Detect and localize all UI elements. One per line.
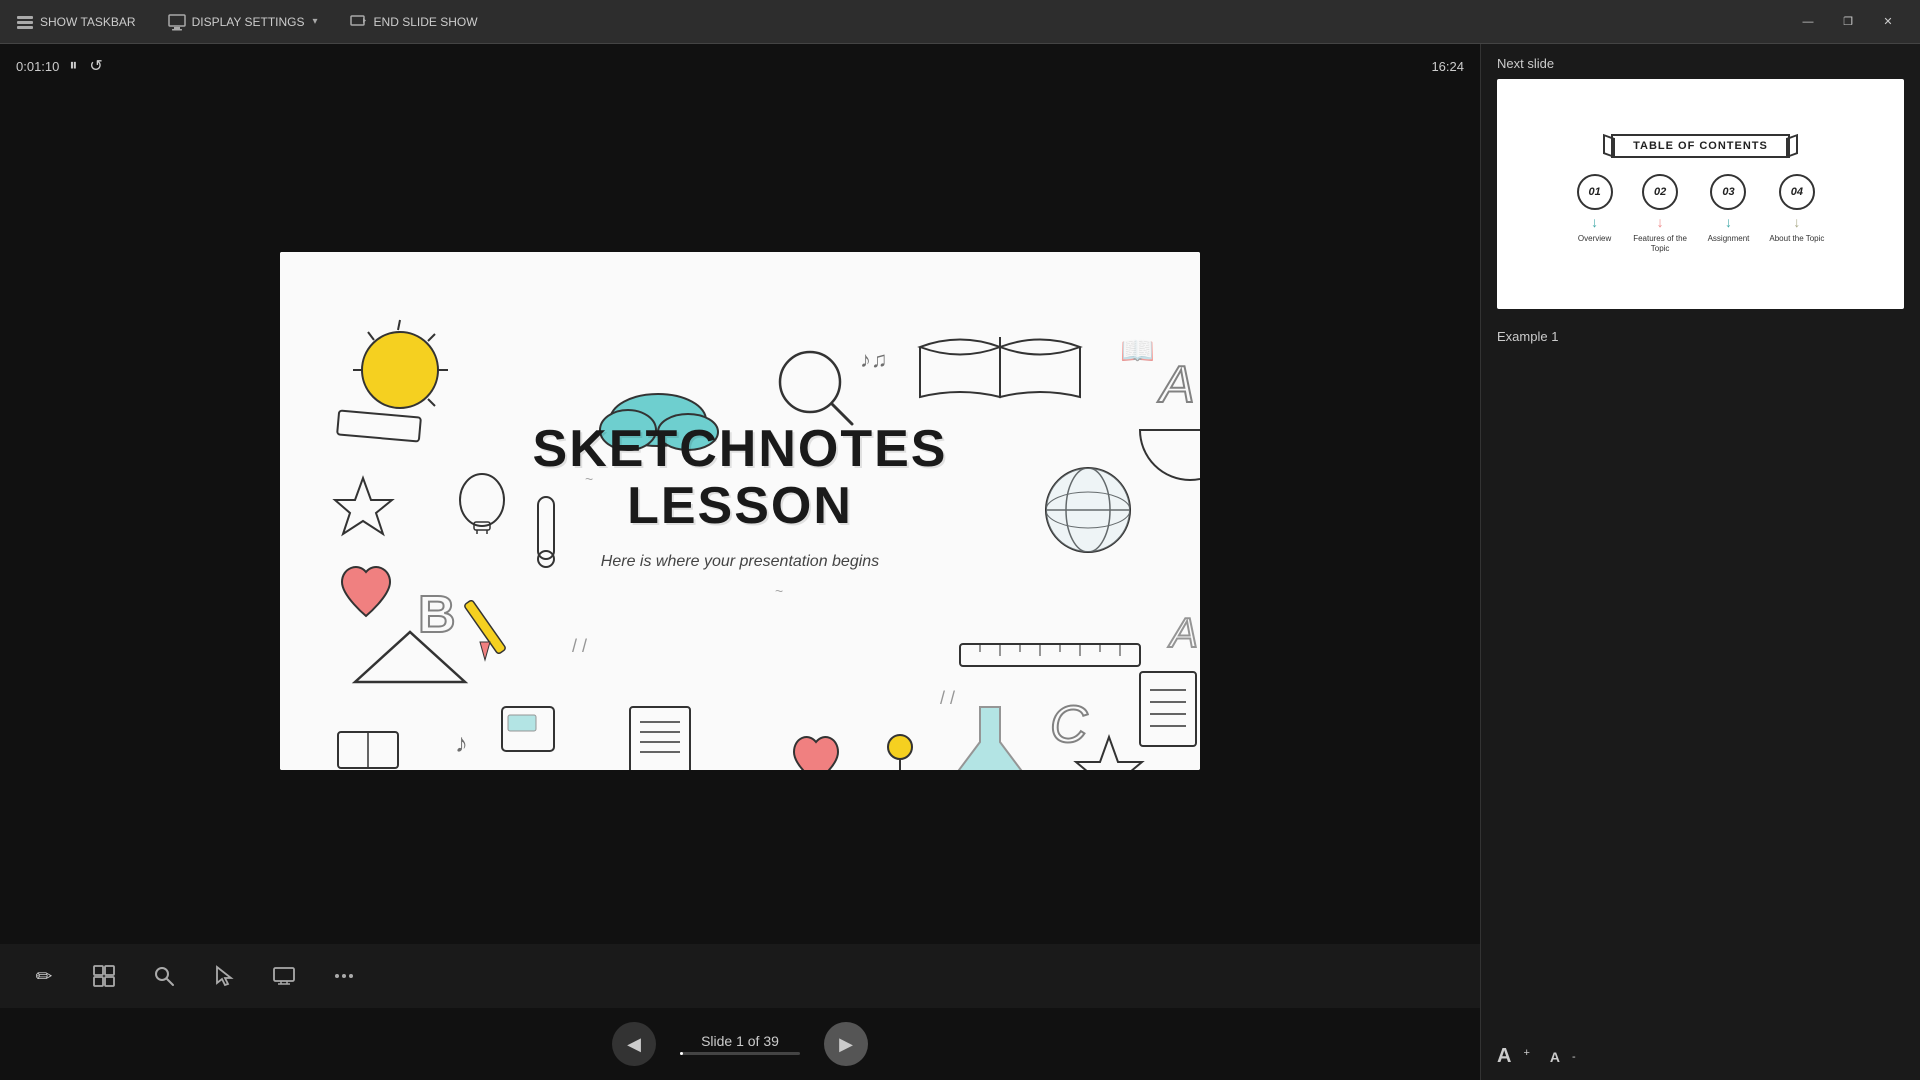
show-taskbar-button[interactable]: SHOW TASKBAR [16,13,136,31]
svg-text:/ /: / / [940,688,955,708]
next-slide-label: Next slide [1497,56,1904,71]
slide-progress-bar [680,1052,800,1055]
svg-text:A: A [1157,356,1195,414]
prev-icon: ◀ [627,1034,641,1055]
more-options-button[interactable] [324,956,364,996]
next-slide-thumbnail[interactable]: TABLE OF CONTENTS 01 ↓ Overview 02 ↓ [1497,79,1904,309]
slide-area: 0:01:10 ⏸ ↺ 16:24 [0,44,1480,1080]
main-layout: 0:01:10 ⏸ ↺ 16:24 [0,44,1920,1080]
slide-progress-fill [680,1052,683,1055]
restart-button[interactable]: ↺ [87,54,104,78]
navigation-bar: ◀ Slide 1 of 39 ▶ [0,1008,1480,1080]
slide-counter: Slide 1 of 39 [680,1033,800,1049]
restore-button[interactable]: ❐ [1832,8,1864,36]
example-section: Example 1 [1481,317,1920,356]
display-settings-button[interactable]: DISPLAY SETTINGS ▾ [168,13,318,31]
toc-item-3: 03 ↓ Assignment [1708,174,1750,244]
next-slide-button[interactable]: ▶ [824,1022,868,1066]
window-controls: — ❐ ✕ [1792,8,1904,36]
dropdown-arrow: ▾ [313,16,318,27]
font-decrease-indicator: - [1572,1051,1576,1063]
pointer-tool-button[interactable] [204,956,244,996]
svg-text:C: C [1050,696,1088,754]
grid-tool-button[interactable] [84,956,124,996]
display-settings-label: DISPLAY SETTINGS [192,15,305,29]
example-label: Example 1 [1497,329,1904,344]
monitor-tool-button[interactable] [264,956,304,996]
slide-subtitle: Here is where your presentation begins [533,553,948,571]
end-slideshow-icon [350,13,368,31]
font-decrease-button[interactable]: A [1550,1049,1560,1065]
toc-circle-3: 03 [1710,174,1746,210]
toc-item-1: 01 ↓ Overview [1577,174,1613,244]
right-panel: Next slide TABLE OF CONTENTS 01 ↓ Overvi… [1480,44,1920,1080]
end-slideshow-label: END SLIDE SHOW [374,15,478,29]
slide-content: ♪♫ [280,252,1200,770]
slide-center-content: SKETCHNOTES LESSON Here is where your pr… [533,421,948,571]
font-increase-indicator: + [1523,1047,1529,1059]
font-increase-button[interactable]: A [1497,1045,1511,1068]
toc-item-2: 02 ↓ Features of the Topic [1633,174,1688,253]
toc-item-4: 04 ↓ About the Topic [1769,174,1824,244]
taskbar-icon [16,13,34,31]
toc-items: 01 ↓ Overview 02 ↓ Features of the Topic [1577,174,1825,253]
toc-banner-text: TABLE OF CONTENTS [1633,140,1768,152]
elapsed-time: 0:01:10 [16,59,59,74]
svg-text:♪♫: ♪♫ [860,347,888,372]
toc-label-3: Assignment [1708,234,1750,244]
close-button[interactable]: ✕ [1872,8,1904,36]
prev-slide-button[interactable]: ◀ [612,1022,656,1066]
toc-circle-2: 02 [1642,174,1678,210]
toc-arrow-3: ↓ [1725,214,1732,230]
toc-arrow-2: ↓ [1657,214,1664,230]
toc-slide-preview: TABLE OF CONTENTS 01 ↓ Overview 02 ↓ [1513,95,1888,293]
next-slide-section: Next slide TABLE OF CONTENTS 01 ↓ Overvi… [1481,44,1920,317]
slide-toolbar: 0:01:10 ⏸ ↺ 16:24 [0,44,1480,88]
svg-text:📖: 📖 [1120,335,1155,366]
slide-frame: ♪♫ [280,252,1200,770]
svg-text:~: ~ [775,583,783,599]
end-slideshow-button[interactable]: END SLIDE SHOW [350,13,478,31]
top-bar: SHOW TASKBAR DISPLAY SETTINGS ▾ END SLID… [0,0,1920,44]
minimize-button[interactable]: — [1792,8,1824,36]
bottom-toolbar: ✏ [0,944,1480,1008]
show-taskbar-label: SHOW TASKBAR [40,15,136,29]
toc-label-1: Overview [1578,234,1611,244]
pen-tool-button[interactable]: ✏ [24,956,64,996]
toc-arrow-4: ↓ [1793,214,1800,230]
toc-arrow-1: ↓ [1591,214,1598,230]
search-tool-button[interactable] [144,956,184,996]
svg-text:B: B [418,586,456,644]
svg-text:A: A [1167,609,1198,656]
timer-section: 0:01:10 ⏸ ↺ [16,54,105,78]
display-settings-icon [168,13,186,31]
pause-button[interactable]: ⏸ [67,55,79,77]
next-icon: ▶ [839,1034,853,1055]
slide-title: SKETCHNOTES LESSON [533,421,948,535]
toc-label-2: Features of the Topic [1633,234,1688,253]
clock-display: 16:24 [1431,59,1464,74]
svg-text:/ /: / / [572,636,587,656]
toc-circle-1: 01 [1577,174,1613,210]
toc-label-4: About the Topic [1769,234,1824,244]
font-controls: A + A - [1481,1033,1920,1080]
toc-circle-4: 04 [1779,174,1815,210]
svg-text:♪: ♪ [455,728,468,758]
slide-counter-section: Slide 1 of 39 [680,1033,800,1055]
toc-banner: TABLE OF CONTENTS [1611,134,1790,158]
slide-canvas: ♪♫ [0,88,1480,944]
